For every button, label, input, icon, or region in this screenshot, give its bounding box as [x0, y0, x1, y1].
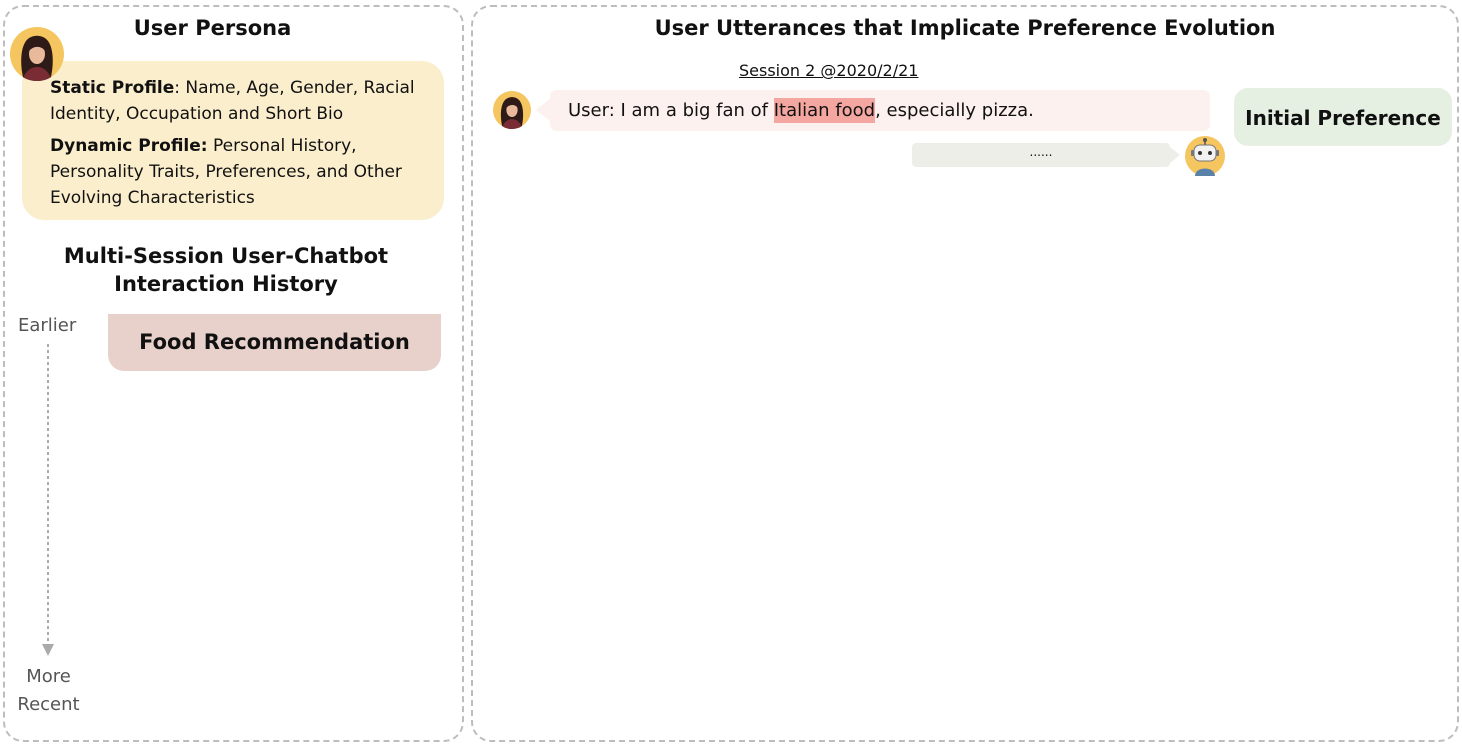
timeline-end-line1: More	[26, 666, 71, 687]
static-profile-label: Static Profile	[50, 78, 175, 98]
bot-message-bubble: ......	[912, 143, 1170, 167]
static-profile: Static Profile: Name, Age, Gender, Racia…	[50, 75, 432, 127]
timeline-end-line2: Recent	[17, 694, 80, 715]
user-bubble-tail	[536, 98, 551, 122]
history-title-line1: Multi-Session User-Chatbot	[63, 244, 389, 268]
dynamic-profile: Dynamic Profile: Personal History, Perso…	[50, 133, 432, 211]
robot-icon	[1185, 136, 1225, 176]
user-message-suffix: , especially pizza.	[875, 100, 1034, 121]
persona-title: User Persona	[133, 16, 292, 40]
woman-avatar-icon	[10, 27, 64, 81]
dynamic-profile-label: Dynamic Profile:	[50, 136, 208, 156]
user-message-prefix: User: I am a big fan of	[568, 100, 774, 121]
history-title-line2: Interaction History	[114, 272, 338, 296]
timeline-end-label: More Recent	[0, 663, 97, 719]
topic-food-recommendation: Food Recommendation	[108, 314, 441, 371]
interaction-history-title: Multi-Session User-Chatbot Interaction H…	[0, 242, 452, 298]
bot-bubble-tail	[1170, 147, 1180, 163]
preference-highlight: Italian food	[773, 98, 876, 123]
woman-avatar-icon	[493, 91, 531, 129]
session-label: Session 2 @2020/2/21	[739, 61, 919, 80]
timeline-arrow-icon	[42, 344, 54, 656]
utterances-title: User Utterances that Implicate Preferenc…	[654, 16, 1276, 40]
initial-preference-tag: Initial Preference	[1234, 88, 1452, 146]
timeline-start-label: Earlier	[18, 315, 77, 336]
persona-profile-box: Static Profile: Name, Age, Gender, Racia…	[22, 61, 444, 220]
user-message-bubble: User: I am a big fan of Italian food, es…	[550, 90, 1210, 131]
